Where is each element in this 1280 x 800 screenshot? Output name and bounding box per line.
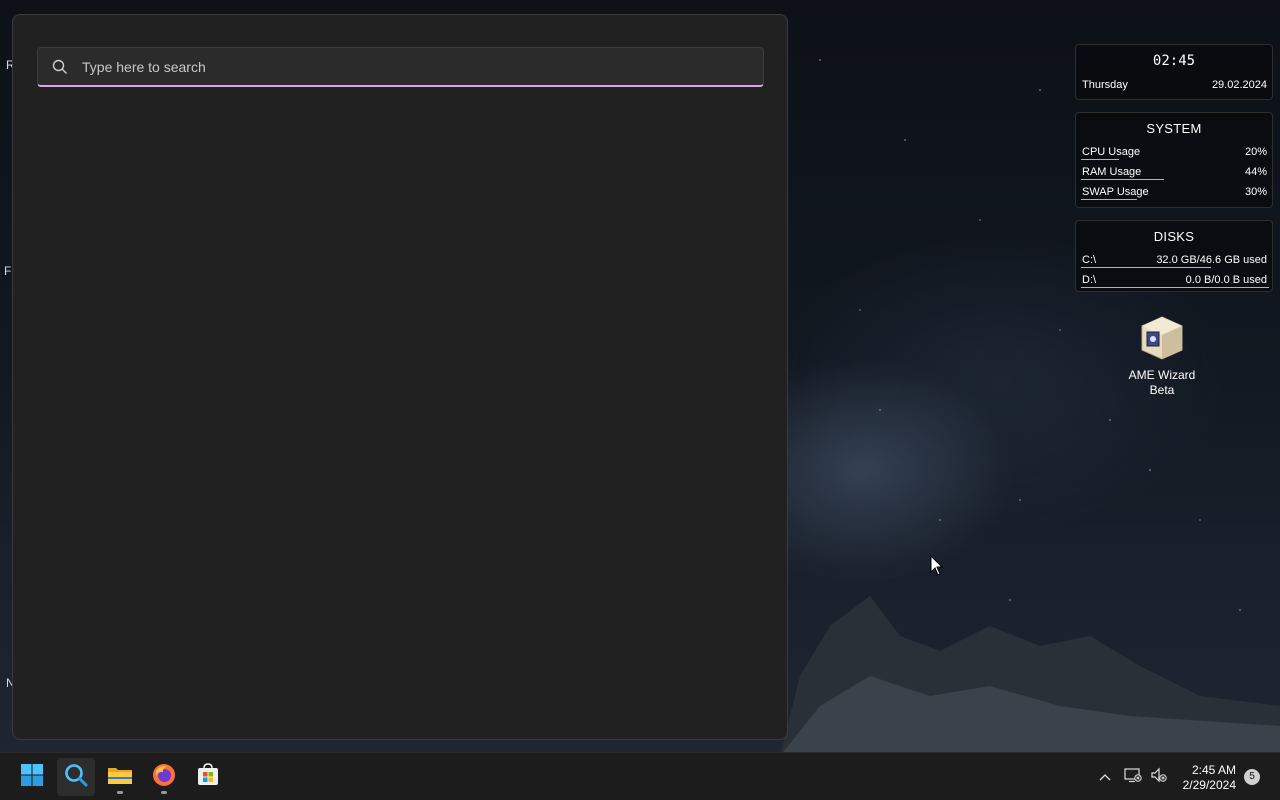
disk-label: D:\ <box>1082 274 1097 286</box>
disks-widget-title: DISKS <box>1153 229 1195 244</box>
network-button[interactable] <box>1122 753 1144 800</box>
taskbar-clock[interactable]: 2:45 AM 2/29/2024 <box>1183 763 1236 793</box>
volume-button[interactable] <box>1148 753 1170 800</box>
folder-icon <box>107 763 133 792</box>
disk-c-bar <box>1081 267 1211 268</box>
taskbar-date: 2/29/2024 <box>1182 778 1236 792</box>
running-indicator <box>117 791 123 794</box>
ame-wizard-icon <box>1138 314 1186 362</box>
start-button[interactable] <box>13 758 51 796</box>
metric-label: CPU Usage <box>1082 146 1141 158</box>
search-input[interactable] <box>82 58 763 75</box>
taskbar: 2:45 AM 2/29/2024 5 <box>0 752 1280 800</box>
search-icon <box>64 763 88 792</box>
metric-value: 20% <box>1244 146 1267 158</box>
swap-usage-row: SWAP Usage 30% <box>1076 182 1272 202</box>
ram-usage-row: RAM Usage 44% <box>1076 162 1272 182</box>
ram-usage-bar <box>1081 179 1164 180</box>
mouse-cursor-icon <box>930 555 944 576</box>
metric-label: RAM Usage <box>1082 166 1142 178</box>
search-box[interactable] <box>37 47 764 87</box>
disk-label: C:\ <box>1082 254 1097 266</box>
disk-value: 32.0 GB/46.6 GB used <box>1156 254 1267 266</box>
volume-muted-icon <box>1150 767 1168 788</box>
disk-d-bar <box>1081 287 1269 288</box>
clock-widget: 02:45 Thursday 29.02.2024 <box>1075 44 1273 100</box>
chevron-up-icon <box>1099 768 1111 786</box>
firefox-button[interactable] <box>145 758 183 796</box>
desktop-icon-ame-wizard[interactable]: AME Wizard Beta <box>1124 314 1200 398</box>
microsoft-store-button[interactable] <box>189 758 227 796</box>
system-widget: SYSTEM CPU Usage 20% RAM Usage 44% SWAP … <box>1075 112 1273 208</box>
desktop-icon-label: AME Wizard Beta <box>1128 368 1196 397</box>
widget-date: 29.02.2024 <box>1211 79 1267 91</box>
firefox-icon <box>152 763 176 792</box>
taskbar-time: 2:45 AM <box>1191 763 1236 777</box>
disk-value: 0.0 B/0.0 B used <box>1185 274 1267 286</box>
search-icon <box>38 59 82 75</box>
widget-day: Thursday <box>1082 79 1128 91</box>
file-explorer-button[interactable] <box>101 758 139 796</box>
notification-count-badge[interactable]: 5 <box>1244 769 1260 785</box>
network-icon <box>1124 767 1142 788</box>
metric-value: 44% <box>1244 166 1267 178</box>
windows-logo-icon <box>20 763 44 792</box>
running-indicator <box>161 791 167 794</box>
cpu-usage-bar <box>1081 159 1119 160</box>
system-widget-title: SYSTEM <box>1146 121 1202 136</box>
metric-label: SWAP Usage <box>1082 186 1149 198</box>
widget-time: 02:45 <box>1152 53 1196 69</box>
taskbar-search-button[interactable] <box>57 758 95 796</box>
show-hidden-icons-button[interactable] <box>1094 753 1116 800</box>
store-icon <box>196 762 220 792</box>
metric-value: 30% <box>1244 186 1267 198</box>
swap-usage-bar <box>1081 199 1138 200</box>
disk-c-row: C:\ 32.0 GB/46.6 GB used <box>1076 250 1272 270</box>
disks-widget: DISKS C:\ 32.0 GB/46.6 GB used D:\ 0.0 B… <box>1075 220 1273 292</box>
disk-d-row: D:\ 0.0 B/0.0 B used <box>1076 270 1272 290</box>
search-panel <box>12 14 788 740</box>
cpu-usage-row: CPU Usage 20% <box>1076 142 1272 162</box>
